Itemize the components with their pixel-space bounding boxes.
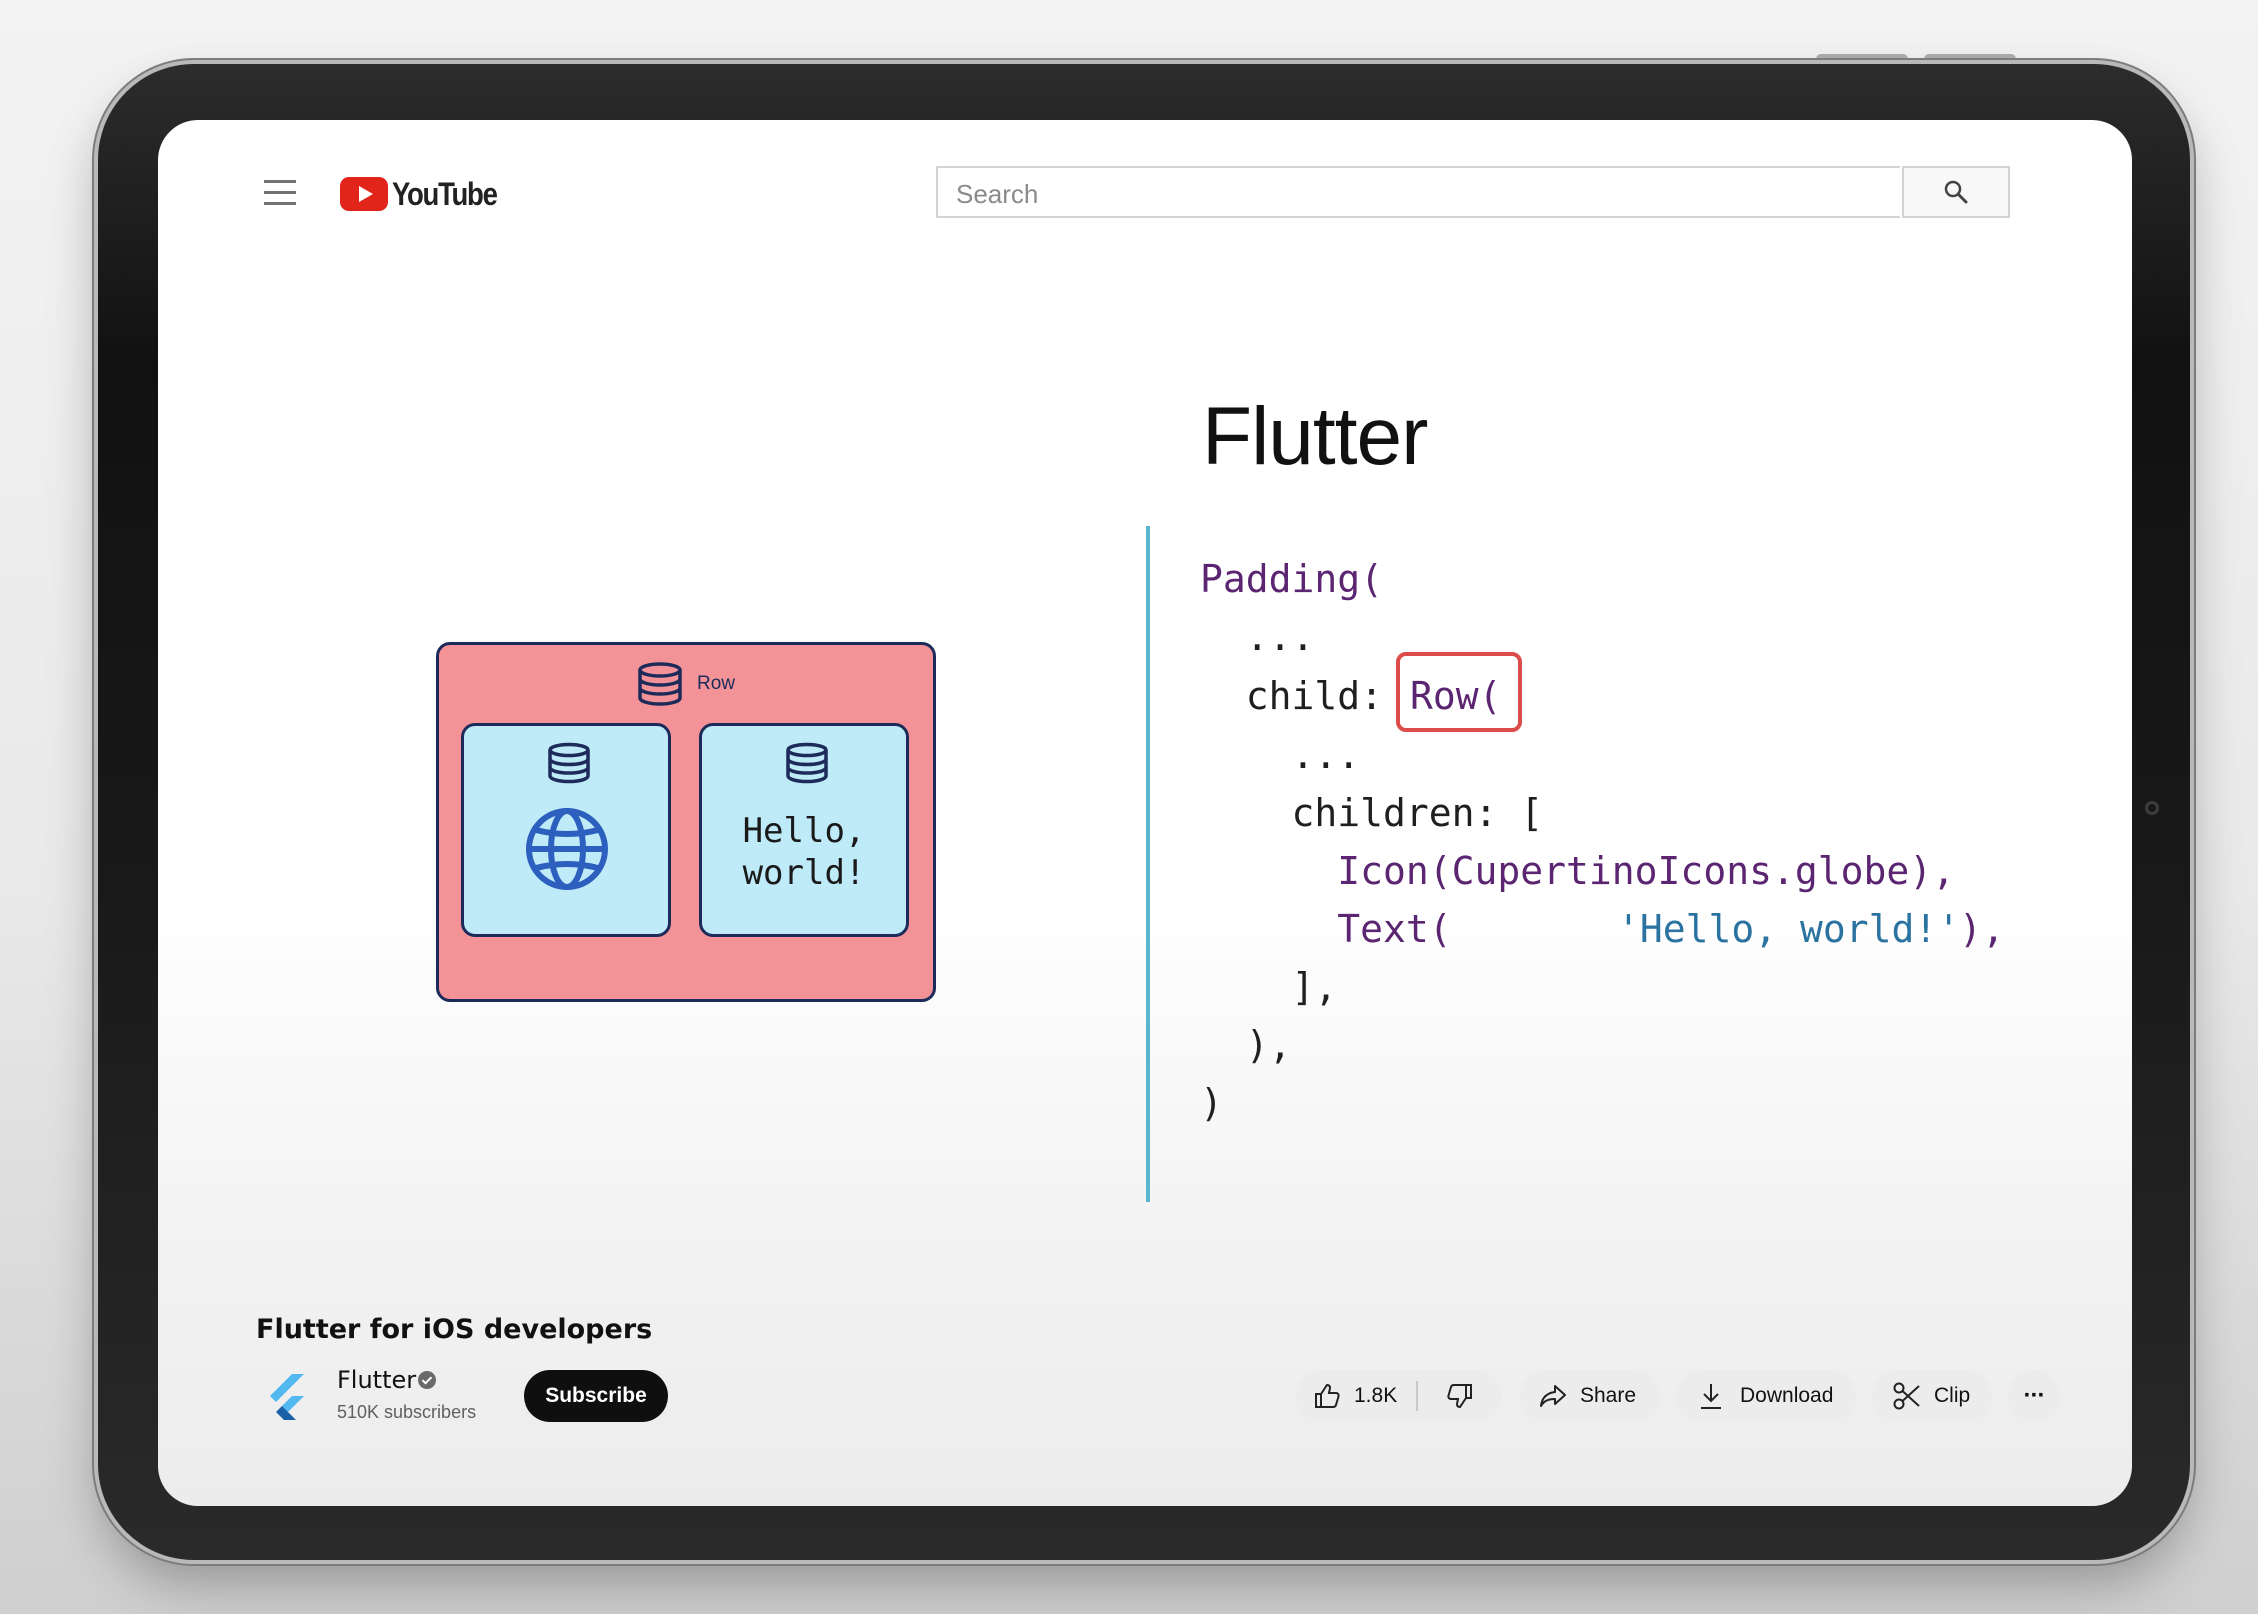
like-button[interactable]: 1.8K	[1296, 1370, 1416, 1422]
clip-button[interactable]: Clip	[1872, 1370, 1992, 1422]
search-input[interactable]: Search	[936, 166, 1900, 218]
youtube-logo-text: YouTube	[392, 175, 498, 212]
globe-icon	[526, 808, 608, 890]
subscriber-count: 510K subscribers	[337, 1402, 477, 1422]
code-line-10: )	[1200, 1081, 1223, 1125]
youtube-logo[interactable]: YouTube	[340, 174, 514, 214]
widget-stack-icon	[548, 742, 590, 784]
download-icon	[1701, 1384, 1721, 1409]
code-line-9: ),	[1200, 1023, 1292, 1067]
tablet-top-button-1	[1816, 54, 1908, 64]
code-line-7-close: ),	[1959, 907, 2005, 951]
slide-title: Flutter	[1202, 391, 1428, 482]
widget-stack-icon	[786, 742, 828, 784]
channel-name[interactable]: Flutter	[337, 1366, 416, 1394]
text-widget-box: Hello, world!	[699, 723, 909, 937]
share-label: Share	[1580, 1384, 1637, 1407]
tablet-top-button-2	[1924, 54, 2016, 64]
code-line-7-string: 'Hello, world!'	[1617, 907, 1961, 951]
row-label: Row	[697, 673, 736, 694]
dislike-button[interactable]	[1418, 1370, 1502, 1422]
flutter-logo-icon[interactable]	[266, 1374, 306, 1422]
search-button[interactable]	[1902, 166, 2010, 218]
code-line-1: Padding(	[1200, 557, 1384, 601]
code-line-7-text: Text(	[1200, 907, 1452, 951]
widget-stack-icon	[638, 662, 682, 706]
search-icon	[1944, 180, 1968, 204]
more-icon: ···	[2023, 1382, 2046, 1409]
video-screen: YouTube Search Row Hello, world! Flutter…	[158, 120, 2132, 1506]
share-icon	[1540, 1385, 1566, 1407]
code-line-8: ],	[1200, 965, 1338, 1009]
camera-icon	[2145, 801, 2159, 815]
verified-icon	[418, 1371, 436, 1389]
like-count: 1.8K	[1354, 1384, 1398, 1407]
share-button[interactable]: Share	[1520, 1370, 1660, 1422]
row-highlight-box	[1396, 652, 1522, 732]
code-line-5: children: [	[1200, 791, 1544, 835]
subscribe-button[interactable]: Subscribe	[524, 1370, 668, 1422]
code-line-2: ...	[1200, 615, 1315, 659]
thumbs-up-icon	[1315, 1383, 1340, 1408]
download-button[interactable]: Download	[1676, 1370, 1856, 1422]
code-line-6: Icon(CupertinoIcons.globe),	[1200, 849, 1955, 893]
video-title: Flutter for iOS developers	[256, 1314, 653, 1345]
download-label: Download	[1740, 1384, 1834, 1407]
menu-icon[interactable]	[264, 180, 296, 206]
like-dislike-pill: 1.8K	[1296, 1370, 1502, 1422]
code-line-4: ...	[1200, 733, 1361, 777]
more-actions-button[interactable]: ···	[2008, 1370, 2060, 1422]
icon-widget-box	[461, 723, 671, 937]
thumbs-down-icon	[1447, 1384, 1473, 1409]
slide-divider	[1146, 526, 1150, 1202]
youtube-play-icon	[340, 177, 388, 211]
hello-world-text: Hello, world!	[742, 811, 866, 893]
code-line-3: child:	[1200, 674, 1406, 718]
row-diagram: Row Hello, world!	[436, 642, 936, 1002]
clip-label: Clip	[1934, 1384, 1971, 1407]
clip-icon	[1893, 1382, 1920, 1410]
